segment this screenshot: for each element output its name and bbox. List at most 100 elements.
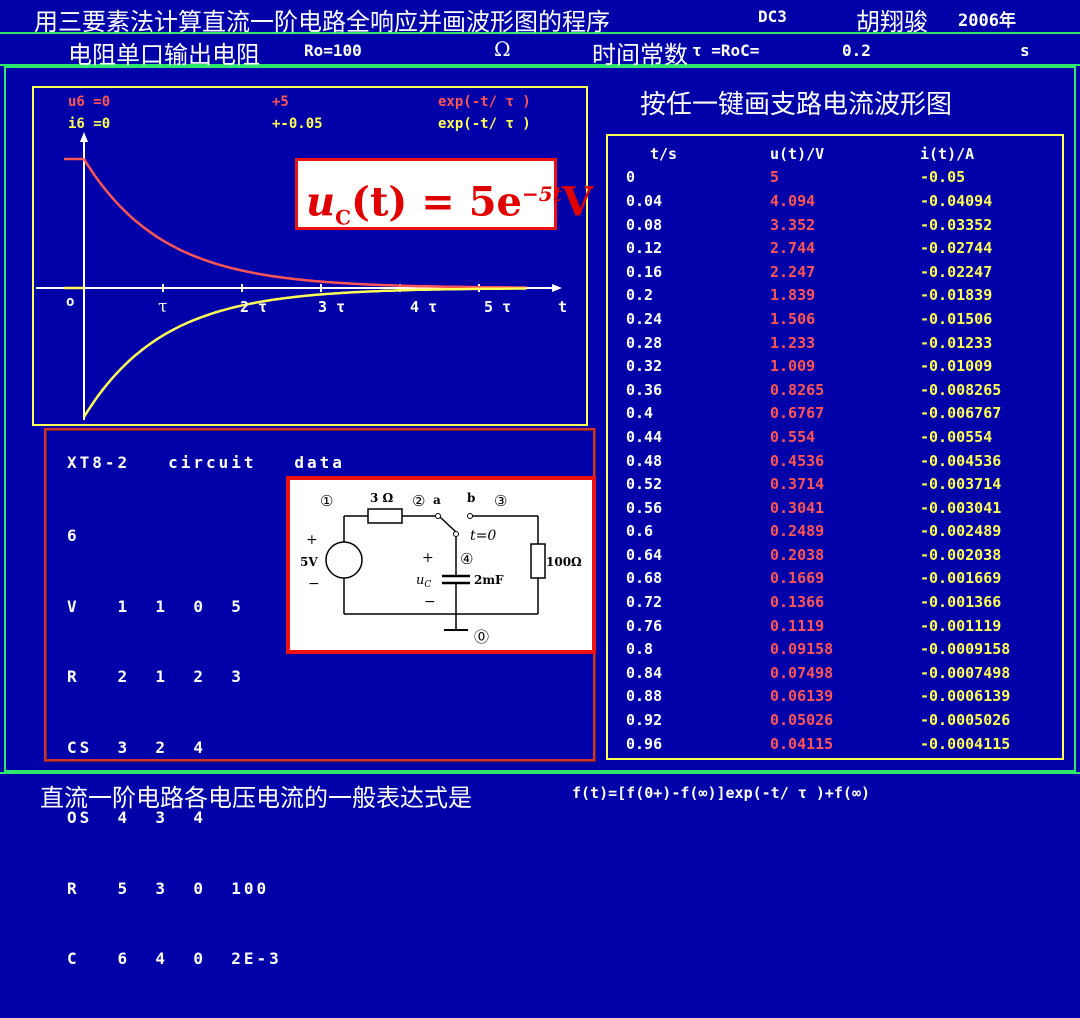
voltage-cell: 1.839 [770, 286, 816, 305]
tau-formula: τ =RoC= [692, 41, 760, 60]
voltage-cell: 0.05026 [770, 711, 834, 730]
capacitor-voltage-formula: uC(t) = 5e−5tV [295, 158, 593, 230]
circuit-schematic: ① 3 Ω ② a b ③ t=0 + 5V − + ④ uC 2mF − 10… [286, 476, 596, 654]
ohm-symbol: Ω [494, 37, 511, 61]
current-cell: -0.001366 [920, 593, 1002, 612]
voltage-cell: 0.4536 [770, 451, 825, 470]
formula-exponent: −5t [522, 182, 562, 206]
source-plus: + [306, 532, 318, 548]
current-cell: -0.0009158 [920, 640, 1011, 659]
table-row: 0.8 0.09158 -0.0009158 [624, 637, 1054, 661]
current-cell: -0.02744 [920, 239, 993, 258]
time-cell: 0.6 [626, 522, 654, 541]
current-cell: -0.003041 [920, 498, 1002, 517]
table-row: 0.76 0.1119 -0.001119 [624, 614, 1054, 638]
year: 2006年 [958, 11, 1016, 31]
time-cell: 0.12 [626, 239, 663, 258]
time-cell: 0 [626, 168, 636, 187]
x-axis-label: t [558, 298, 567, 316]
voltage-cell: 0.6767 [770, 404, 825, 423]
time-cell: 0.44 [626, 427, 663, 446]
source-value: 5V [300, 555, 318, 569]
time-cell: 0.48 [626, 451, 663, 470]
current-cell: -0.001669 [920, 569, 1002, 588]
i-waveform [82, 287, 527, 418]
data-table-panel: t/s u(t)/V i(t)/A 0 5 -0.05 0.04 4.094 -0.040… [606, 134, 1064, 760]
time-cell: 0.96 [626, 734, 663, 753]
switch-time-label: t=0 [470, 528, 496, 544]
voltage-cell: 2.247 [770, 262, 816, 281]
voltage-source [325, 541, 363, 579]
voltage-cell: 0.554 [770, 427, 816, 446]
voltage-cell: 0.2038 [770, 545, 825, 564]
time-cell: 0.72 [626, 593, 663, 612]
voltage-cell: 1.506 [770, 309, 816, 328]
node-4-label: ④ [460, 550, 473, 568]
table-row: 0.84 0.07498 -0.0007498 [624, 661, 1054, 685]
circuit-line: C 6 4 0 2E-3 [67, 949, 282, 968]
time-cell: 0.68 [626, 569, 663, 588]
current-cell: -0.02247 [920, 262, 993, 281]
program-title: 用三要素法计算直流一阶电路全响应并画波形图的程序 [34, 8, 610, 36]
current-cell: -0.03352 [920, 215, 993, 234]
table-row: 0.16 2.247 -0.02247 [624, 260, 1054, 284]
time-cell: 0.76 [626, 616, 663, 635]
footer-text: 直流一阶电路各电压电流的一般表达式是 [40, 784, 472, 812]
circuit-line: CS 3 2 4 [67, 737, 206, 757]
voltage-cell: 1.233 [770, 333, 816, 352]
table-row: 0.96 0.04115 -0.0004115 [624, 732, 1054, 756]
time-cell: 0.64 [626, 545, 663, 564]
table-row: 0 5 -0.05 [624, 166, 1054, 190]
voltage-cell: 0.1119 [770, 616, 825, 635]
time-cell: 0.92 [626, 711, 663, 730]
voltage-cell: 1.009 [770, 357, 816, 376]
terminal-b-label: b [467, 491, 475, 505]
time-cell: 0.84 [626, 663, 663, 682]
ro-value: Ro=100 [304, 41, 362, 60]
node-3-label: ③ [494, 492, 507, 510]
load-resistor-label: 100Ω [546, 555, 582, 569]
current-cell: -0.0004115 [920, 734, 1011, 753]
time-cell: 0.16 [626, 262, 663, 281]
voltage-cell: 0.1669 [770, 569, 825, 588]
table-row: 0.56 0.3041 -0.003041 [624, 496, 1054, 520]
voltage-cell: 0.2489 [770, 522, 825, 541]
tick-label-2: 2 τ [240, 298, 267, 316]
x-axis-arrow [552, 284, 562, 292]
formula-u: u [306, 178, 336, 226]
table-row: 0.12 2.744 -0.02744 [624, 236, 1054, 260]
voltage-cell: 0.3041 [770, 498, 825, 517]
general-formula: f(t)=[f(0+)-f(∞)]exp(-t/ τ )+f(∞) [572, 784, 871, 802]
current-cell: -0.002038 [920, 545, 1002, 564]
table-row: 0.04 4.094 -0.04094 [624, 189, 1054, 213]
time-cell: 0.2 [626, 286, 654, 305]
table-row: 0.08 3.352 -0.03352 [624, 213, 1054, 237]
voltage-cell: 0.09158 [770, 640, 834, 659]
table-row: 0.92 0.05026 -0.0005026 [624, 708, 1054, 732]
waveform-chart: o τ 2 τ 3 τ 4 τ 5 τ t [36, 132, 567, 420]
voltage-cell: 0.04115 [770, 734, 834, 753]
table-row: 0.24 1.506 -0.01506 [624, 307, 1054, 331]
time-cell: 0.8 [626, 640, 654, 659]
cap-value: 2mF [474, 573, 504, 587]
tick-label-5: 5 τ [484, 298, 511, 316]
ro-label: 电阻单口输出电阻 [68, 41, 260, 69]
time-cell: 0.56 [626, 498, 663, 517]
program-code: DC3 [758, 7, 787, 26]
current-cell: -0.04094 [920, 191, 993, 210]
y-axis-arrow [80, 132, 88, 142]
time-cell: 0.28 [626, 333, 663, 352]
key-prompt: 按任一键画支路电流波形图 [640, 90, 953, 120]
resistor-1-label: 3 Ω [370, 491, 394, 505]
circuit-line: V 1 1 0 5 [67, 596, 244, 616]
cap-plus: + [422, 550, 434, 566]
time-cell: 0.08 [626, 215, 663, 234]
header-current: i(t)/A [920, 144, 975, 163]
table-row: 0.72 0.1366 -0.001366 [624, 590, 1054, 614]
current-cell: -0.01506 [920, 309, 993, 328]
tau-unit: s [1020, 41, 1030, 60]
current-cell: -0.006767 [920, 404, 1002, 423]
table-row: 0.64 0.2038 -0.002038 [624, 543, 1054, 567]
table-row: 0.32 1.009 -0.01009 [624, 354, 1054, 378]
time-cell: 0.88 [626, 687, 663, 706]
